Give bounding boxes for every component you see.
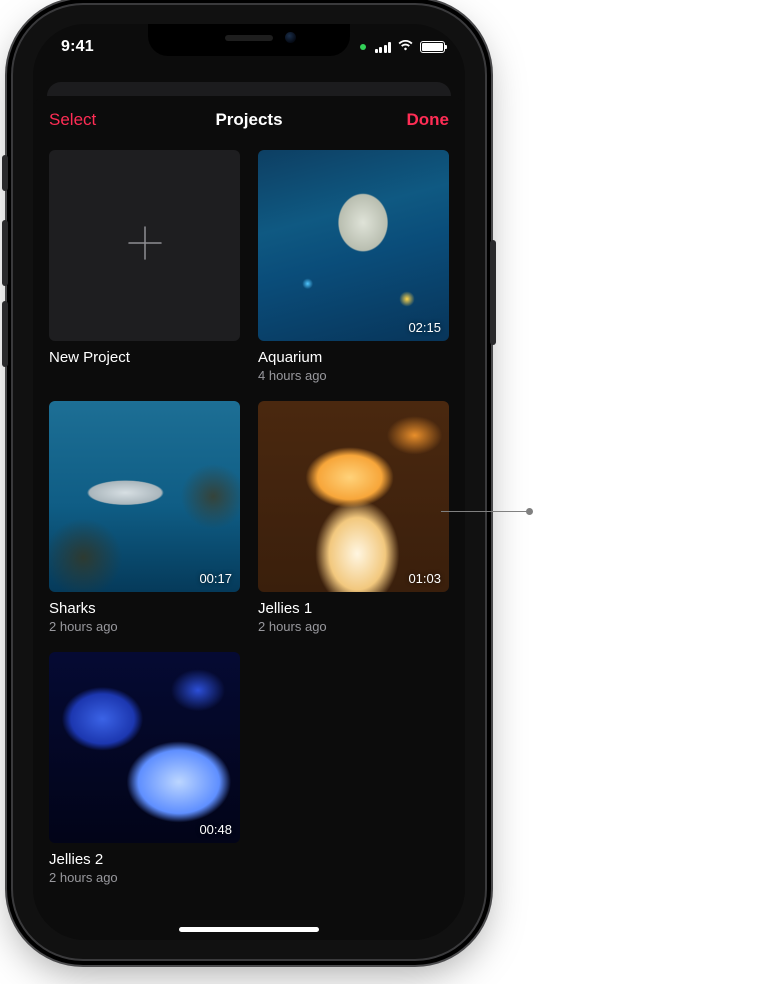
projects-sheet: Select Projects Done New Project [33, 96, 465, 940]
camera-in-use-indicator-icon [360, 44, 366, 50]
page-title: Projects [215, 110, 282, 130]
new-project-thumb[interactable] [49, 150, 240, 341]
project-name: Jellies 2 [49, 851, 240, 868]
speaker-grille [225, 35, 273, 41]
project-time: 2 hours ago [49, 870, 240, 885]
device-frame: 9:41 Select Projects Done [13, 5, 485, 959]
project-thumb[interactable]: 00:17 [49, 401, 240, 592]
new-project-tile[interactable]: New Project [49, 150, 240, 383]
project-name: Sharks [49, 600, 240, 617]
plus-icon [123, 221, 167, 270]
screen: 9:41 Select Projects Done [33, 24, 465, 940]
project-duration: 02:15 [408, 320, 441, 335]
project-duration: 01:03 [408, 571, 441, 586]
notch [148, 24, 350, 56]
home-indicator[interactable] [179, 927, 319, 932]
callout-leader [441, 511, 529, 512]
project-thumb[interactable]: 00:48 [49, 652, 240, 843]
project-tile[interactable]: 00:17 Sharks 2 hours ago [49, 401, 240, 634]
wifi-icon [397, 38, 414, 56]
power-button [490, 240, 496, 345]
volume-down-button [2, 301, 8, 367]
front-camera [285, 32, 296, 43]
volume-up-button [2, 220, 8, 286]
status-time: 9:41 [61, 38, 94, 56]
project-duration: 00:17 [199, 571, 232, 586]
project-name: Aquarium [258, 349, 449, 366]
cellular-signal-icon [375, 41, 392, 53]
mute-switch [2, 155, 8, 191]
new-project-label: New Project [49, 349, 240, 366]
done-button[interactable]: Done [369, 110, 449, 130]
project-duration: 00:48 [199, 822, 232, 837]
project-tile[interactable]: 01:03 Jellies 1 2 hours ago [258, 401, 449, 634]
project-tile[interactable]: 02:15 Aquarium 4 hours ago [258, 150, 449, 383]
project-time: 4 hours ago [258, 368, 449, 383]
battery-icon [420, 41, 445, 53]
project-name: Jellies 1 [258, 600, 449, 617]
project-thumb[interactable]: 02:15 [258, 150, 449, 341]
project-thumb[interactable]: 01:03 [258, 401, 449, 592]
nav-bar: Select Projects Done [33, 96, 465, 144]
project-tile[interactable]: 00:48 Jellies 2 2 hours ago [49, 652, 240, 885]
select-button[interactable]: Select [49, 110, 129, 130]
projects-grid: New Project 02:15 Aquarium 4 hours ago 0… [33, 144, 465, 885]
project-time: 2 hours ago [49, 619, 240, 634]
project-time: 2 hours ago [258, 619, 449, 634]
